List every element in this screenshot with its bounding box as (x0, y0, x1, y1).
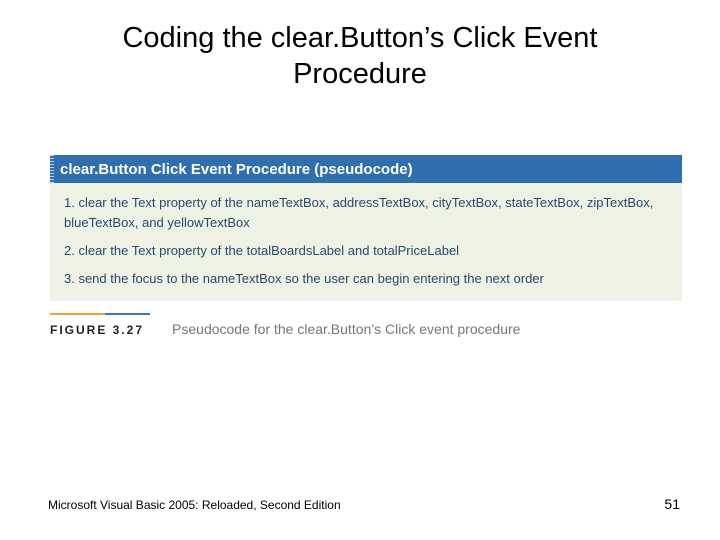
slide-footer: Microsoft Visual Basic 2005: Reloaded, S… (48, 496, 680, 512)
figure-header: clear.Button Click Event Procedure (pseu… (50, 155, 682, 183)
figure-caption-text: Pseudocode for the clear.Button’s Click … (172, 321, 520, 337)
slide-title: Coding the clear.Button’s Click Event Pr… (0, 20, 720, 93)
footer-source-text: Microsoft Visual Basic 2005: Reloaded, S… (48, 498, 341, 512)
list-item: 2. clear the Text property of the totalB… (64, 241, 668, 261)
list-item: 1. clear the Text property of the nameTe… (64, 193, 668, 233)
slide: Coding the clear.Button’s Click Event Pr… (0, 0, 720, 540)
caption-accent-bar (50, 313, 150, 315)
figure-header-text: clear.Button Click Event Procedure (pseu… (60, 161, 413, 178)
header-dot-decoration (50, 155, 54, 183)
figure: clear.Button Click Event Procedure (pseu… (0, 155, 720, 338)
figure-number-label: FIGURE 3.27 (50, 323, 144, 337)
page-number: 51 (664, 496, 680, 512)
figure-caption: FIGURE 3.27 Pseudocode for the clear.But… (50, 321, 682, 337)
list-item: 3. send the focus to the nameTextBox so … (64, 269, 668, 289)
pseudocode-list: 1. clear the Text property of the nameTe… (50, 183, 682, 302)
